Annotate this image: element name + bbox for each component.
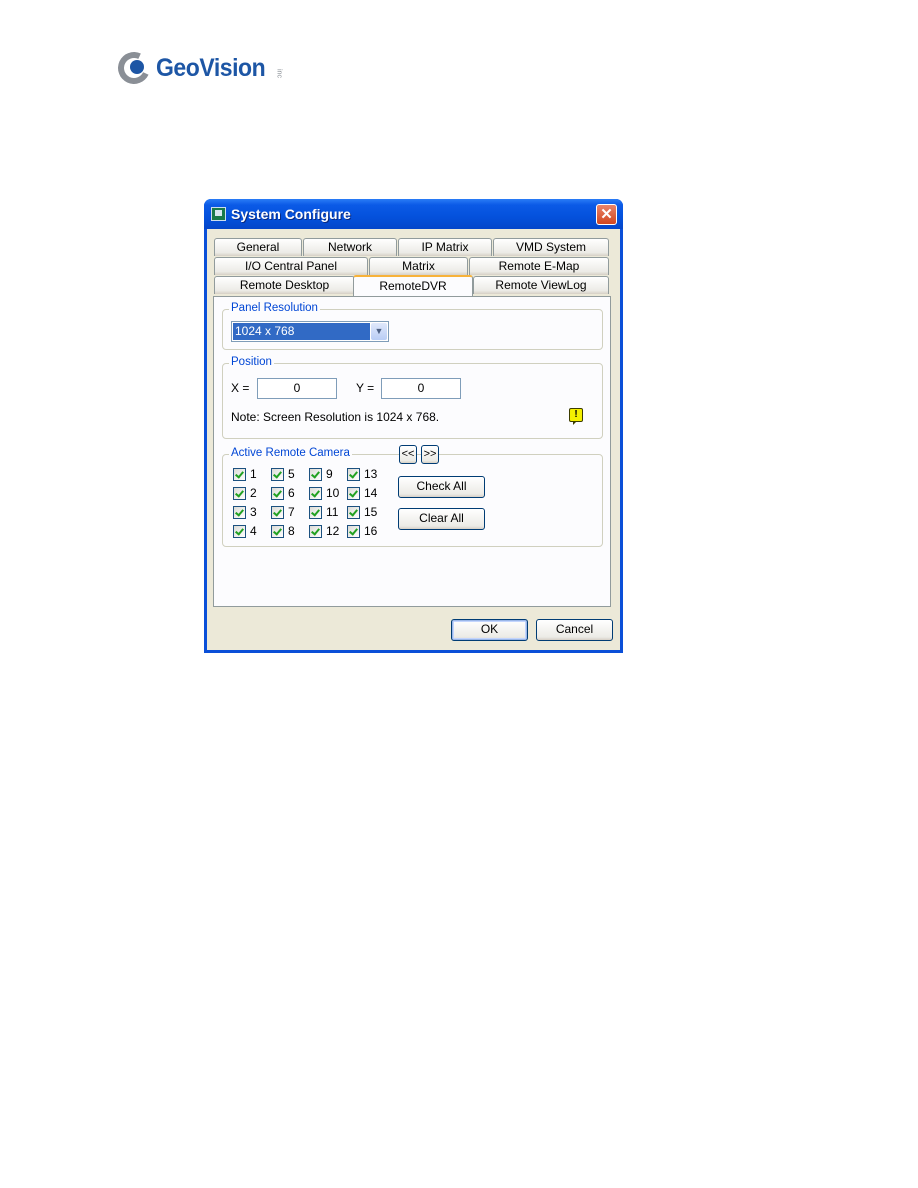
checkbox-checked-icon[interactable] [233,524,246,538]
window-title: System Configure [231,206,351,222]
tab-remote-e-map[interactable]: Remote E-Map [469,257,609,275]
camera-checkbox-label: 10 [326,486,340,500]
app-icon [211,207,226,221]
camera-checkbox-14[interactable]: 14 [347,486,377,500]
camera-checkbox-6[interactable]: 6 [271,486,295,500]
camera-checkbox-label: 5 [288,467,295,481]
screen-resolution-note: Note: Screen Resolution is 1024 x 768. [231,410,440,424]
remotedvr-tab-panel: Panel Resolution 1024 x 768 ▼ Position X… [213,296,611,607]
checkbox-checked-icon[interactable] [309,486,322,500]
camera-checkbox-13[interactable]: 13 [347,467,377,481]
checkbox-checked-icon[interactable] [347,505,360,519]
checkbox-checked-icon[interactable] [309,505,322,519]
checkbox-checked-icon[interactable] [233,486,246,500]
tab-remote-viewlog[interactable]: Remote ViewLog [473,276,609,294]
camera-checkbox-label: 6 [288,486,295,500]
tab-general[interactable]: General [214,238,302,256]
clear-all-button[interactable]: Clear All [398,508,485,530]
camera-checkbox-1[interactable]: 1 [233,467,257,481]
logo-suffix-text: inc [275,68,283,78]
checkbox-checked-icon[interactable] [347,467,360,481]
tab-vmd-system[interactable]: VMD System [493,238,609,256]
panel-resolution-select[interactable]: 1024 x 768 ▼ [231,321,389,342]
checkbox-checked-icon[interactable] [233,505,246,519]
position-label: Position [229,356,274,368]
camera-checkbox-9[interactable]: 9 [309,467,333,481]
position-group: Position X = 0 Y = 0 Note: Screen Resolu… [222,356,603,439]
close-button[interactable]: ✕ [596,204,617,225]
camera-checkbox-label: 3 [250,505,257,519]
checkbox-checked-icon[interactable] [347,524,360,538]
panel-resolution-value: 1024 x 768 [233,323,370,340]
camera-checkbox-label: 7 [288,505,295,519]
checkbox-checked-icon[interactable] [233,467,246,481]
title-bar[interactable]: System Configure ✕ [204,199,623,229]
y-label: Y = [356,381,375,395]
camera-checkbox-12[interactable]: 12 [309,524,339,538]
checkbox-checked-icon[interactable] [271,524,284,538]
camera-checkbox-label: 14 [364,486,378,500]
panel-resolution-group: Panel Resolution 1024 x 768 ▼ [222,302,603,350]
close-icon: ✕ [600,206,613,223]
x-input[interactable]: 0 [257,378,337,399]
camera-checkbox-10[interactable]: 10 [309,486,339,500]
y-input[interactable]: 0 [381,378,461,399]
checkbox-checked-icon[interactable] [347,486,360,500]
x-label: X = [231,381,250,395]
camera-checkbox-label: 9 [326,467,333,481]
tab-io-central-panel[interactable]: I/O Central Panel [214,257,368,275]
tab-matrix[interactable]: Matrix [369,257,468,275]
tab-remotedvr[interactable]: RemoteDVR [353,275,473,296]
logo-brand-text: GeoVision [156,53,266,82]
next-page-button[interactable]: >> [421,445,439,464]
camera-checkbox-label: 16 [364,524,378,538]
cancel-button[interactable]: Cancel [536,619,613,641]
checkbox-checked-icon[interactable] [271,467,284,481]
camera-checkbox-11[interactable]: 11 [309,505,338,519]
camera-checkbox-8[interactable]: 8 [271,524,295,538]
previous-page-button[interactable]: << [399,445,417,464]
dialog-client-area: General Network IP Matrix VMD System I/O… [207,229,620,650]
camera-checkbox-label: 8 [288,524,295,538]
tab-remote-desktop[interactable]: Remote Desktop [214,276,355,294]
chevron-down-icon[interactable]: ▼ [371,323,387,340]
check-all-button[interactable]: Check All [398,476,485,498]
tab-ip-matrix[interactable]: IP Matrix [398,238,492,256]
system-configure-dialog: System Configure ✕ General Network IP Ma… [204,199,623,653]
geovision-logo: GeoVision inc [113,47,283,89]
active-remote-camera-label: Active Remote Camera [229,447,352,459]
camera-checkbox-label: 15 [364,505,378,519]
checkbox-checked-icon[interactable] [271,505,284,519]
panel-resolution-label: Panel Resolution [229,302,320,314]
checkbox-checked-icon[interactable] [271,486,284,500]
ok-button[interactable]: OK [451,619,528,641]
tab-network[interactable]: Network [303,238,397,256]
camera-checkbox-3[interactable]: 3 [233,505,257,519]
camera-checkbox-label: 11 [326,505,339,519]
camera-checkbox-16[interactable]: 16 [347,524,377,538]
camera-checkbox-5[interactable]: 5 [271,467,295,481]
camera-checkbox-label: 4 [250,524,257,538]
camera-checkbox-4[interactable]: 4 [233,524,257,538]
camera-checkbox-label: 12 [326,524,340,538]
checkbox-checked-icon[interactable] [309,467,322,481]
camera-checkbox-label: 13 [364,467,378,481]
camera-checkbox-7[interactable]: 7 [271,505,295,519]
camera-checkbox-15[interactable]: 15 [347,505,377,519]
camera-checkbox-2[interactable]: 2 [233,486,257,500]
active-remote-camera-group: Active Remote Camera << >> 1 2 3 4 5 6 7 8 9 10 11… [222,445,603,547]
camera-checkbox-label: 2 [250,486,257,500]
geovision-logo-icon [113,47,155,89]
warning-icon: ! [569,408,583,425]
checkbox-checked-icon[interactable] [309,524,322,538]
camera-checkbox-label: 1 [250,467,257,481]
